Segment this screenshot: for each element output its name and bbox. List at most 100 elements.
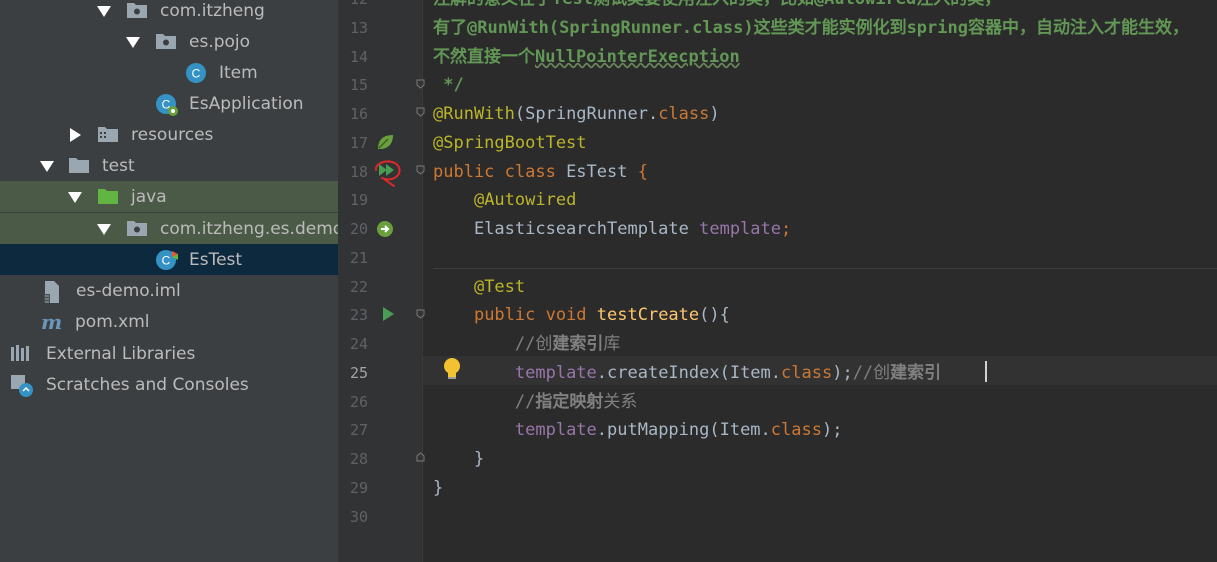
code-line[interactable]: template.createIndex(Item.class);//创建索引 <box>433 359 941 388</box>
package-icon <box>126 0 148 25</box>
fold-marker-icon[interactable] <box>416 452 425 462</box>
tree-node[interactable]: com.itzheng.es.demo <box>0 213 338 244</box>
line-number: 29 <box>349 478 368 497</box>
tree-node[interactable]: es-demo.iml <box>0 275 338 306</box>
tree-node[interactable]: C EsTest <box>0 244 338 275</box>
libraries-icon <box>10 343 34 368</box>
expand-arrow-icon[interactable] <box>96 3 112 19</box>
code-token: ) <box>709 104 720 124</box>
code-token: template <box>514 420 597 441</box>
tree-node[interactable]: External Libraries <box>0 338 338 369</box>
autowired-navigate-icon[interactable] <box>374 218 396 240</box>
line-number: 28 <box>349 450 368 468</box>
code-token: ); <box>821 420 843 441</box>
code-line[interactable]: ElasticsearchTemplate template; <box>433 215 791 244</box>
line-number: 24 <box>349 335 368 353</box>
project-tree: com.itzheng es.pojo C Item C EsApplication res… <box>0 0 338 562</box>
line-number: 13 <box>349 18 368 37</box>
spring-bean-icon[interactable] <box>374 131 396 153</box>
code-token: @Autowired <box>473 190 577 211</box>
code-line[interactable]: @Test <box>433 273 525 302</box>
code-token: //创 <box>852 362 891 383</box>
code-line[interactable]: //创建索引库 <box>433 330 620 359</box>
code-line[interactable]: @Autowired <box>433 186 576 215</box>
test-class-icon: C <box>155 249 179 276</box>
code-token: public void <box>473 305 597 326</box>
code-token: ); <box>832 362 853 383</box>
expand-arrow-icon[interactable] <box>125 34 141 50</box>
intention-bulb-icon[interactable] <box>441 356 463 382</box>
code-line[interactable]: public class EsTest { <box>433 158 648 187</box>
code-token: ElasticsearchTemplate <box>433 219 700 239</box>
tree-node[interactable]: m pom.xml <box>0 306 338 337</box>
code-token: .createIndex(Item. <box>596 362 782 383</box>
code-token: 建索引 <box>552 334 604 354</box>
code-line[interactable]: */ <box>433 71 463 100</box>
run-test-method-icon[interactable] <box>380 305 396 323</box>
code-line[interactable]: @SpringBootTest <box>433 129 587 158</box>
line-number: 30 <box>349 507 368 526</box>
tree-node[interactable]: java <box>0 181 338 212</box>
code-token: class <box>770 420 822 441</box>
code-token: ; <box>781 219 792 239</box>
tree-node[interactable]: C Item <box>0 57 338 88</box>
tree-node-label: test <box>102 155 135 176</box>
line-number: 17 <box>349 133 368 152</box>
collapse-arrow-icon[interactable] <box>67 127 83 143</box>
code-token: testCreate <box>596 305 700 326</box>
code-token: @RunWith <box>433 104 515 124</box>
line-number: 27 <box>349 421 368 440</box>
expand-arrow-icon[interactable] <box>39 158 55 174</box>
expand-arrow-icon[interactable] <box>96 221 112 237</box>
code-line[interactable]: public void testCreate(){ <box>433 301 730 330</box>
tree-node-label: Item <box>219 62 258 83</box>
class-icon: C <box>185 62 207 89</box>
code-token: class <box>781 362 833 383</box>
tree-node[interactable]: test <box>0 150 338 181</box>
tree-node-label: EsApplication <box>189 93 304 114</box>
code-line[interactable]: 注解的意义在于Test测试类要使用注入的类，比如@Autowired注入的类， <box>433 0 1001 14</box>
code-token: class <box>658 104 710 124</box>
code-token: 有了@RunWith(SpringRunner.class)这些类才能实例化到s… <box>433 17 1189 38</box>
tree-node[interactable]: C EsApplication <box>0 88 338 119</box>
code-token: { <box>637 161 648 182</box>
code-token: public class <box>433 161 567 182</box>
fold-marker-icon[interactable] <box>416 309 425 319</box>
tree-node-label: com.itzheng.es.demo <box>160 218 338 239</box>
tree-node-label: es-demo.iml <box>76 280 181 301</box>
code-line[interactable]: } <box>433 445 484 474</box>
code-line[interactable]: 不然直接一个NullPointerExecption <box>433 43 740 72</box>
text-caret <box>985 361 987 382</box>
expand-arrow-icon[interactable] <box>67 189 83 205</box>
tree-node[interactable]: resources <box>0 119 338 150</box>
tree-node[interactable]: es.pojo <box>0 26 338 57</box>
tree-node-label: External Libraries <box>46 343 196 364</box>
tree-node-label: java <box>131 186 167 207</box>
fold-marker-icon[interactable] <box>416 107 425 117</box>
fold-marker-icon[interactable] <box>416 79 425 89</box>
code-token: template <box>699 219 781 239</box>
line-number: 12 <box>338 0 368 14</box>
svg-text:C: C <box>162 254 171 268</box>
code-line[interactable]: } <box>433 474 443 503</box>
code-editor[interactable]: 注解的意义在于Test测试类要使用注入的类，比如@Autowired注入的类， 有… <box>423 0 1217 562</box>
code-line[interactable]: @RunWith(SpringRunner.class) <box>433 100 720 129</box>
code-token: EsTest <box>566 161 638 182</box>
tree-node[interactable]: Scratches and Consoles <box>0 369 338 400</box>
line-number: 20 <box>349 220 368 238</box>
run-test-class-icon[interactable] <box>372 158 406 192</box>
tree-node[interactable]: com.itzheng <box>0 0 338 26</box>
fold-marker-icon[interactable] <box>416 165 425 175</box>
package-icon <box>155 31 177 56</box>
line-number: 19 <box>349 191 368 210</box>
code-line[interactable]: 有了@RunWith(SpringRunner.class)这些类才能实例化到s… <box>433 14 1189 43</box>
maven-icon: m <box>40 310 66 338</box>
code-line[interactable]: //指定映射关系 <box>433 388 637 417</box>
code-token: @SpringBootTest <box>433 132 587 153</box>
svg-text:C: C <box>192 67 201 81</box>
code-token: 关系 <box>603 391 638 412</box>
code-line[interactable]: template.putMapping(Item.class); <box>433 416 843 445</box>
code-token: .putMapping(Item. <box>596 420 771 441</box>
code-token: NullPointerExecption <box>535 46 740 67</box>
